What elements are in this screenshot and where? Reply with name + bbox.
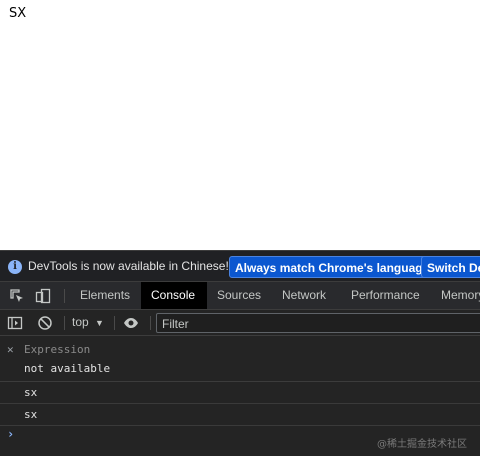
console-toolbar: top ▼ Filter: [0, 310, 480, 336]
clear-console-icon[interactable]: [37, 315, 53, 331]
console-filter-input[interactable]: Filter: [156, 313, 480, 333]
infobar-message: DevTools is now available in Chinese!: [28, 259, 229, 273]
prompt-chevron-icon: ›: [7, 427, 15, 441]
dropdown-arrow-icon: ▼: [95, 318, 104, 328]
inspect-element-icon[interactable]: [9, 288, 25, 304]
tab-console[interactable]: Console: [141, 282, 207, 309]
close-icon[interactable]: ✕: [7, 343, 14, 356]
live-expression-input[interactable]: Expression: [24, 343, 90, 356]
live-expression-value: not available: [24, 362, 111, 375]
toolbar-divider: [64, 289, 65, 303]
eye-icon[interactable]: [123, 315, 139, 331]
execution-context-select[interactable]: top: [72, 315, 89, 329]
watermark: @稀土掘金技术社区: [377, 439, 467, 450]
tab-performance[interactable]: Performance: [341, 282, 430, 309]
toolbar-divider: [64, 316, 65, 330]
info-icon: i: [8, 260, 22, 274]
console-message: sx: [0, 382, 480, 404]
device-toolbar-icon[interactable]: [35, 288, 51, 304]
console-message-text: sx: [24, 408, 38, 421]
tab-memory[interactable]: Memory: [431, 282, 480, 309]
tab-elements[interactable]: Elements: [70, 282, 140, 309]
switch-devtools-language-button[interactable]: Switch DevTools to Chinese: [421, 256, 480, 278]
toolbar-divider: [114, 316, 115, 330]
page-viewport: SX: [0, 0, 480, 250]
console-output: ✕ Expression not available sx sx › @稀土掘金…: [0, 336, 480, 456]
live-expression: ✕ Expression not available: [0, 336, 480, 382]
sidebar-toggle-icon[interactable]: [7, 315, 23, 331]
console-message: sx: [0, 404, 480, 426]
devtools-tab-bar: Elements Console Sources Network Perform…: [0, 282, 480, 310]
always-match-language-button[interactable]: Always match Chrome's language: [229, 256, 436, 278]
tab-network[interactable]: Network: [272, 282, 336, 309]
filter-placeholder: Filter: [162, 317, 189, 331]
toolbar-divider: [150, 316, 151, 330]
page-body-text: SX: [9, 6, 27, 21]
console-message-text: sx: [24, 386, 38, 399]
tab-sources[interactable]: Sources: [207, 282, 271, 309]
console-prompt[interactable]: › @稀土掘金技术社区: [0, 426, 480, 456]
language-infobar: i DevTools is now available in Chinese! …: [0, 250, 480, 282]
devtools-panel: i DevTools is now available in Chinese! …: [0, 250, 480, 456]
